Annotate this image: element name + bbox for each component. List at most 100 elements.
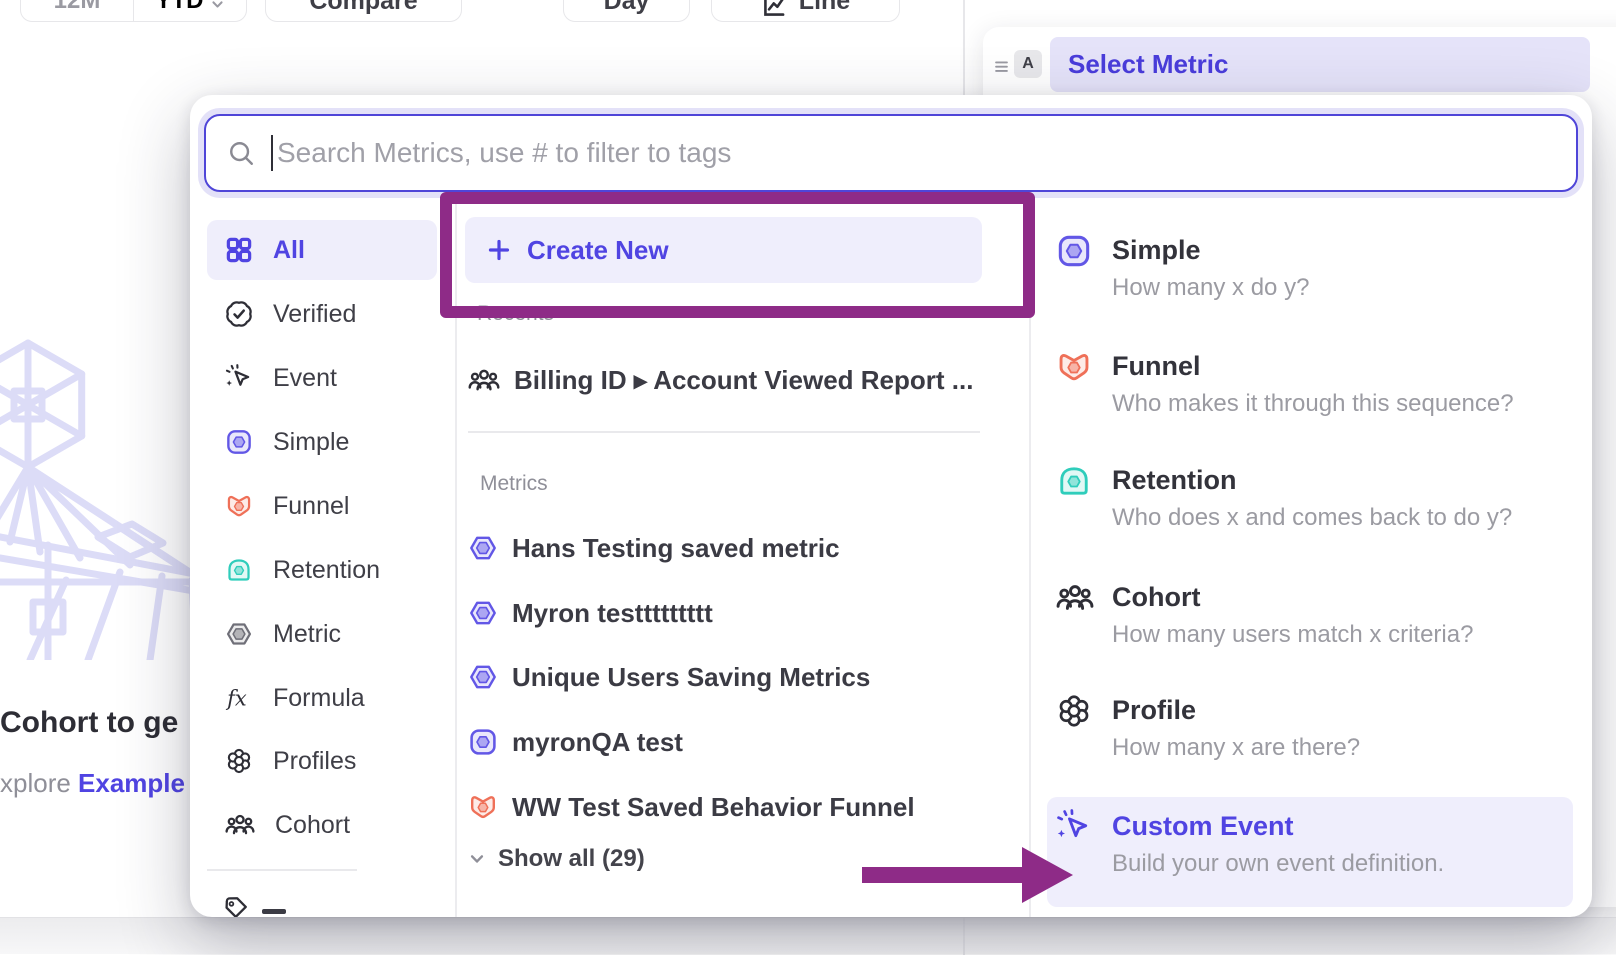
- select-metric-button[interactable]: Select Metric: [1050, 37, 1590, 92]
- metric-list-item[interactable]: Unique Users Saving Metrics: [468, 657, 870, 697]
- search-icon: [228, 140, 255, 167]
- select-metric-modal: All Verified Event Simple Funnel Retenti…: [190, 95, 1592, 917]
- retention-icon: [1056, 463, 1092, 499]
- event-cursor-icon: [225, 364, 253, 392]
- create-new-button[interactable]: Create New: [465, 217, 982, 283]
- type-cohort[interactable]: Cohort How many users match x criteria?: [1046, 580, 1592, 670]
- sidebar-item-profiles[interactable]: Profiles: [207, 731, 437, 791]
- type-title: Cohort: [1112, 582, 1200, 613]
- example-link[interactable]: Example: [78, 768, 185, 798]
- type-desc: How many x are there?: [1112, 734, 1360, 762]
- sidebar-item-label: Metric: [273, 620, 341, 649]
- show-all-button[interactable]: Show all (29): [468, 841, 645, 877]
- recents-metrics-divider: [468, 431, 980, 433]
- metric-hexagon-icon: [468, 598, 498, 628]
- metric-list-item[interactable]: WW Test Saved Behavior Funnel: [468, 787, 915, 827]
- show-all-label: Show all (29): [498, 845, 645, 873]
- retention-icon: [225, 556, 253, 584]
- type-custom-event[interactable]: Custom Event Build your own event defini…: [1046, 809, 1592, 899]
- compare-button[interactable]: Compare: [265, 0, 462, 22]
- verified-seal-icon: [225, 300, 253, 328]
- chevron-down-icon: [468, 850, 486, 868]
- sidebar-item-funnel[interactable]: Funnel: [207, 476, 437, 536]
- sidebar-item-verified[interactable]: Verified: [207, 284, 437, 344]
- sidebar-item-label: Profiles: [273, 747, 356, 776]
- explore-line: xplore Example: [0, 768, 189, 799]
- range-ytd-button[interactable]: YTD: [133, 0, 246, 21]
- types-column-divider: [1029, 203, 1031, 917]
- sidebar-item-retention[interactable]: Retention: [207, 540, 437, 600]
- recents-section-label: Recents: [477, 302, 554, 326]
- sidebar-item-simple[interactable]: Simple: [207, 412, 437, 472]
- metric-list-item[interactable]: myronQA test: [468, 722, 683, 762]
- metric-list-item[interactable]: Myron testtttttttt: [468, 593, 713, 633]
- sidebar-item-event[interactable]: Event: [207, 348, 437, 408]
- panel-divider: [963, 0, 965, 95]
- sidebar-item-label: Cohort: [275, 811, 350, 840]
- cohort-people-icon: [225, 812, 255, 838]
- sidebar-divider: [207, 869, 357, 871]
- create-new-label: Create New: [527, 235, 669, 266]
- recent-item-billing-id[interactable]: Billing ID ▸ Account Viewed Report ...: [468, 360, 973, 400]
- date-range-segmented-control: 12M YTD: [20, 0, 247, 22]
- series-a-badge: A: [1014, 50, 1042, 78]
- type-desc: How many users match x criteria?: [1112, 621, 1473, 649]
- custom-event-cursor-icon: [1056, 809, 1092, 845]
- page-bottom-strip: [0, 917, 1616, 954]
- profiles-flower-icon: [1056, 693, 1092, 729]
- type-title: Profile: [1112, 695, 1196, 726]
- granularity-label: Day: [604, 0, 650, 16]
- type-retention[interactable]: Retention Who does x and comes back to d…: [1046, 463, 1592, 553]
- funnel-icon: [225, 492, 253, 520]
- type-funnel[interactable]: Funnel Who makes it through this sequenc…: [1046, 349, 1592, 439]
- type-title: Custom Event: [1112, 811, 1294, 842]
- chart-type-label: Line: [799, 0, 850, 16]
- profiles-flower-icon: [225, 747, 253, 775]
- select-metric-label: Select Metric: [1068, 49, 1228, 80]
- text-cursor: [271, 135, 273, 171]
- sidebar-item-label: Retention: [273, 556, 380, 585]
- sidebar-item-cohort[interactable]: Cohort: [207, 795, 437, 855]
- type-title: Retention: [1112, 465, 1237, 496]
- sidebar-item-formula[interactable]: Formula: [207, 668, 437, 728]
- drag-handle-icon[interactable]: [993, 57, 1010, 74]
- metrics-section-label: Metrics: [480, 472, 548, 496]
- type-title: Funnel: [1112, 351, 1201, 382]
- chevron-down-icon: [210, 0, 225, 12]
- type-simple[interactable]: Simple How many x do y?: [1046, 233, 1592, 323]
- empty-state-wireframe-illustration: [0, 330, 200, 660]
- range-12m-button[interactable]: 12M: [21, 0, 133, 21]
- grid-icon: [225, 236, 253, 264]
- metric-list-item[interactable]: Hans Testing saved metric: [468, 528, 840, 568]
- explore-prefix: xplore: [0, 768, 78, 798]
- sidebar-item-label: All: [273, 236, 305, 265]
- metric-item-label: Hans Testing saved metric: [512, 533, 840, 564]
- funnel-icon: [468, 792, 498, 822]
- metric-search-container: [204, 114, 1578, 192]
- empty-state-heading: Cohort to ge: [0, 706, 189, 740]
- sidebar-item-metric[interactable]: Metric: [207, 604, 437, 664]
- type-desc: How many x do y?: [1112, 274, 1309, 302]
- compare-label: Compare: [309, 0, 417, 16]
- type-title: Simple: [1112, 235, 1201, 266]
- metric-hexagon-icon: [225, 620, 253, 648]
- search-input[interactable]: [277, 137, 1576, 169]
- line-chart-icon: [761, 0, 787, 19]
- sidebar-item-label: Formula: [273, 684, 365, 713]
- range-ytd-label: YTD: [156, 0, 204, 15]
- type-profile[interactable]: Profile How many x are there?: [1046, 693, 1592, 783]
- metric-item-label: WW Test Saved Behavior Funnel: [512, 792, 915, 823]
- cohort-people-icon: [1056, 582, 1094, 614]
- plus-icon: [487, 238, 511, 262]
- cohort-people-icon: [468, 367, 500, 394]
- metric-item-label: Myron testtttttttt: [512, 598, 713, 629]
- funnel-icon: [1056, 349, 1092, 385]
- sidebar-item-all[interactable]: All: [207, 220, 437, 280]
- sidebar-item-label: Simple: [273, 428, 349, 457]
- clipped-label-fragment: [262, 909, 286, 914]
- type-desc: Who makes it through this sequence?: [1112, 390, 1514, 418]
- metric-item-label: Unique Users Saving Metrics: [512, 662, 870, 693]
- chart-type-line-button[interactable]: Line: [711, 0, 900, 22]
- granularity-day-button[interactable]: Day: [563, 0, 690, 22]
- recent-item-label: Billing ID ▸ Account Viewed Report ...: [514, 365, 973, 396]
